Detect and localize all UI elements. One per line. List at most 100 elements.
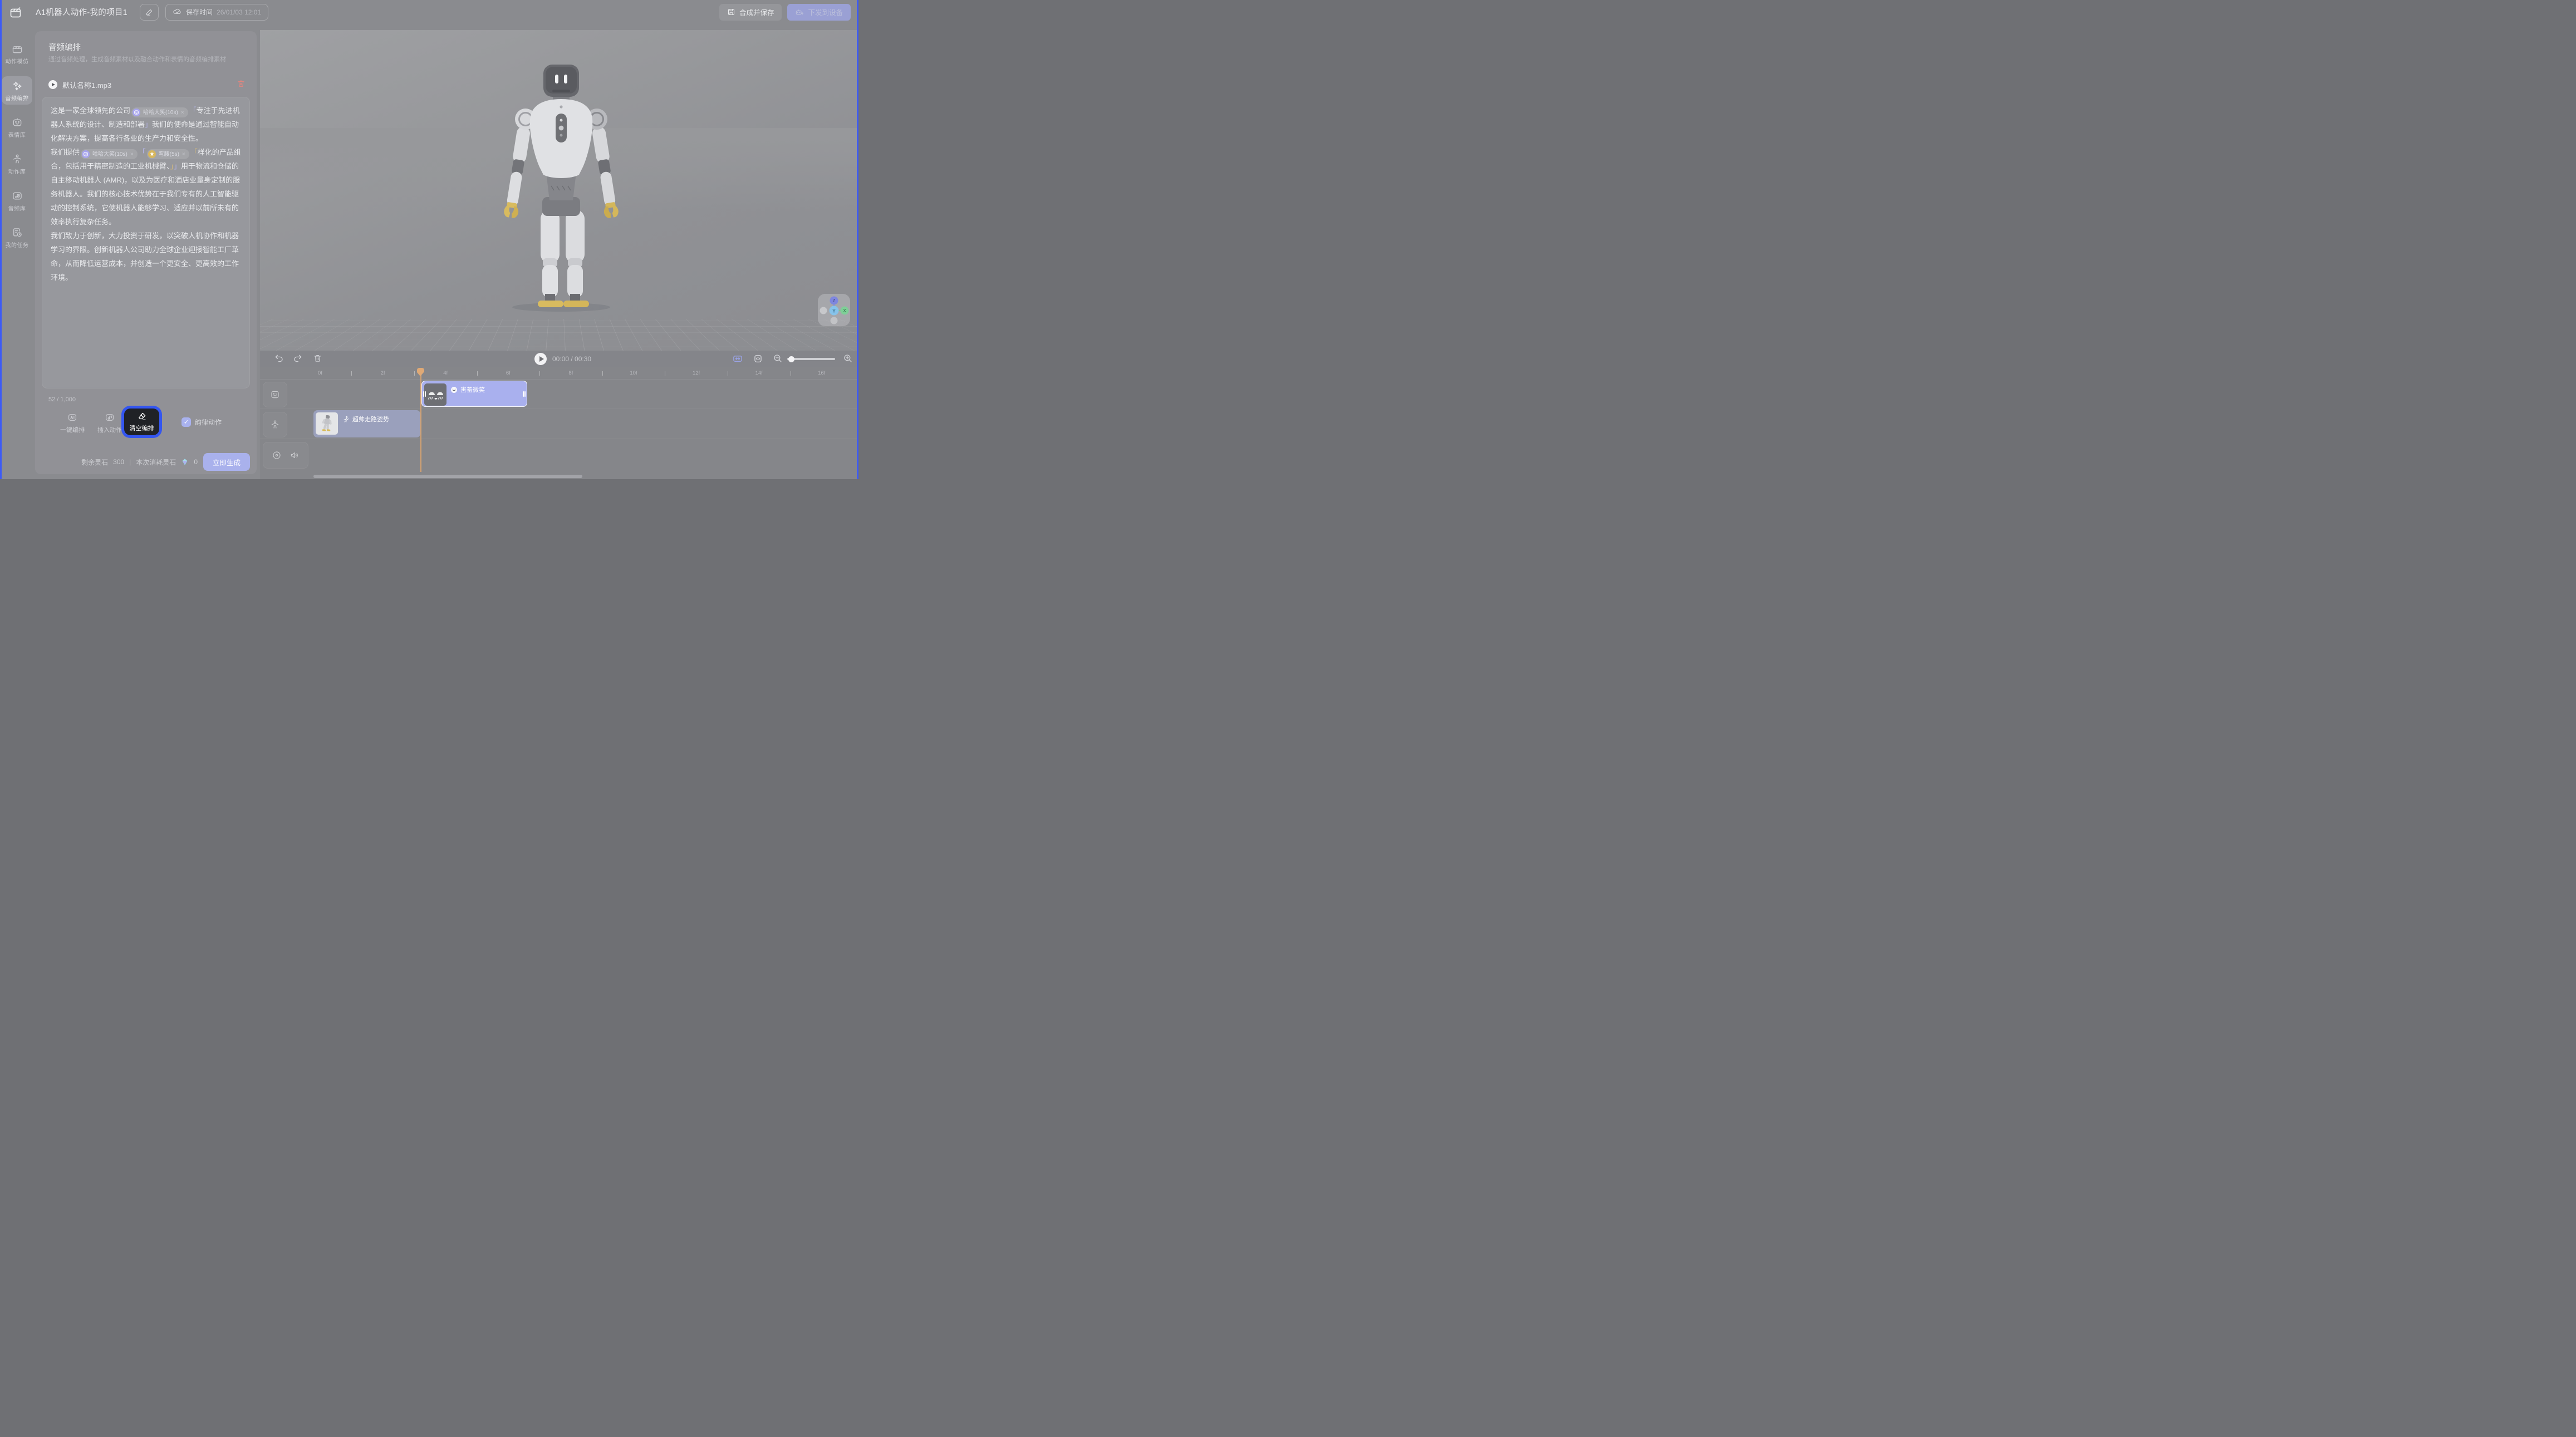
sidebar-item-action-library[interactable]: 动作库 xyxy=(2,150,32,178)
one-click-arrange-label: 一键编排 xyxy=(60,425,85,434)
editor-text: 用于物流和仓储的自主移动机器人 (AMR)，以及为医疗和酒店业量身定制的服务机器… xyxy=(51,162,240,226)
robot-download-icon xyxy=(795,8,804,17)
window-highlight-right xyxy=(857,0,858,479)
audio-play-button[interactable] xyxy=(48,80,57,89)
editor-actions-row: 一键编排 插入动作 插入表情 清空编排 ✓ 韵律动作 xyxy=(42,409,250,441)
char-count: 52 / 1,000 xyxy=(48,396,76,403)
tag-label: 哈哈大笑(10s) xyxy=(143,106,178,120)
gem-icon xyxy=(181,458,189,466)
zoom-out-button[interactable] xyxy=(773,353,783,366)
scale-handles-icon xyxy=(753,353,763,364)
timeline-ruler[interactable]: 0f2f4f6f8f10f12f14f16f xyxy=(260,367,858,380)
remaining-stones-value: 300 xyxy=(113,458,124,466)
clapperboard-icon xyxy=(12,43,23,55)
window-highlight-left xyxy=(0,0,2,479)
play-button[interactable] xyxy=(534,353,547,365)
action-clip[interactable]: 超帅走路姿势 xyxy=(313,410,420,437)
ruler-minor-tick xyxy=(477,371,478,376)
sidebar-label: 动作模仿 xyxy=(6,57,29,65)
sparkle-icon xyxy=(12,80,23,91)
gizmo-axis-neg-z[interactable] xyxy=(831,317,838,324)
app-window: A1机器人动作-我的项目1 保存时间 26/01/03 12:01 合成并保存 … xyxy=(0,0,858,479)
trash-icon xyxy=(237,79,246,88)
trim-handle-right[interactable] xyxy=(524,391,526,397)
sidebar-label: 音频编排 xyxy=(6,93,29,102)
action-badge-icon xyxy=(148,150,156,158)
clear-arrange-button-highlighted[interactable]: 清空编排 xyxy=(124,409,159,435)
undo-button[interactable] xyxy=(274,353,284,366)
timeline-horizontal-scrollbar[interactable] xyxy=(313,475,582,478)
rename-button[interactable] xyxy=(140,4,159,21)
pencil-icon xyxy=(145,8,154,16)
redo-icon xyxy=(293,353,303,363)
viewport-3d[interactable]: Z Y X xyxy=(260,30,857,351)
sidebar-item-motion-mimic[interactable]: 动作模仿 xyxy=(2,40,32,68)
humanoid-robot[interactable] xyxy=(489,46,634,313)
sidebar-item-audio-library[interactable]: 音频库 xyxy=(2,186,32,215)
purple-quote-mark: 「 xyxy=(139,148,146,156)
playhead-line[interactable] xyxy=(420,371,421,472)
speaker-icon xyxy=(290,450,300,460)
playhead-handle[interactable] xyxy=(417,368,424,376)
action-track-header[interactable] xyxy=(263,412,287,437)
action-clip-label: 超帅走路姿势 xyxy=(352,415,389,424)
ruler-minor-tick xyxy=(602,371,603,376)
laugh-emoji-icon xyxy=(450,386,458,393)
purple-quote-mark: 」 xyxy=(174,162,181,170)
tag-remove-button[interactable]: × xyxy=(182,147,185,161)
tag-remove-button[interactable]: × xyxy=(181,106,184,120)
ruler-label: 6f xyxy=(506,370,511,376)
expression-clip-selected[interactable]: 害羞微笑 xyxy=(421,381,527,407)
synthesize-save-label: 合成并保存 xyxy=(739,7,774,17)
deploy-to-device-button[interactable]: 下发到设备 xyxy=(787,4,851,21)
gizmo-axis-neg-x[interactable] xyxy=(820,307,827,314)
floppy-icon xyxy=(727,8,735,16)
sidebar-item-my-tasks[interactable]: 我的任务 xyxy=(2,223,32,252)
tag-remove-button[interactable]: × xyxy=(130,147,134,161)
one-click-arrange-button[interactable]: 一键编排 xyxy=(57,412,88,434)
rhythm-checkbox-checked[interactable]: ✓ xyxy=(181,417,191,427)
cloud-check-icon xyxy=(173,7,182,17)
cost-stones-label: 本次消耗灵石 xyxy=(136,457,176,467)
sidebar-item-audio-arrange[interactable]: 音频编排 xyxy=(2,76,32,105)
sidebar-label: 动作库 xyxy=(8,167,26,175)
expression-track-header[interactable] xyxy=(263,382,287,407)
insert-action-button[interactable]: 插入动作 xyxy=(94,412,125,434)
editor-text: 这是一家全球领先的公司 xyxy=(51,106,130,115)
robot-head xyxy=(543,65,579,97)
generate-now-button[interactable]: 立即生成 xyxy=(203,453,250,471)
zoom-in-button[interactable] xyxy=(843,353,853,366)
redo-button[interactable] xyxy=(293,353,303,366)
orientation-gizmo[interactable]: Z Y X xyxy=(818,294,850,326)
expression-tag[interactable]: 哈哈大笑(10s)× xyxy=(131,107,188,117)
trash-icon xyxy=(313,353,322,363)
script-editor[interactable]: 这是一家全球领先的公司哈哈大笑(10s)×「专注于先进机器人系统的设计、制造和部… xyxy=(42,97,250,388)
cost-stones-value: 0 xyxy=(194,458,198,466)
gizmo-z-label: Z xyxy=(833,298,836,303)
task-list-icon xyxy=(12,227,23,238)
timeline-fit-button-active[interactable] xyxy=(732,353,744,367)
timeline-zoom-slider[interactable] xyxy=(787,358,835,360)
action-tag[interactable]: 弯腰(5s)× xyxy=(147,149,189,159)
ruler-minor-tick xyxy=(351,371,352,376)
expression-tag[interactable]: 哈哈大笑(10s)× xyxy=(81,149,138,159)
audio-delete-button[interactable] xyxy=(237,79,246,91)
audio-track-header[interactable] xyxy=(263,442,308,469)
audio-file-name: 默认名称1.mp3 xyxy=(62,80,111,90)
editor-text: 我们致力于创新，大力投资于研发，以突破人机协作和机器学习的界限。创新机器人公司助… xyxy=(51,232,239,282)
zoom-slider-knob[interactable] xyxy=(788,356,794,362)
sidebar-item-expression-library[interactable]: 表情库 xyxy=(2,113,32,141)
rhythm-motion-toggle[interactable]: ✓ 韵律动作 xyxy=(181,417,222,427)
app-logo-icon[interactable] xyxy=(9,6,22,19)
trim-handle-left[interactable] xyxy=(423,391,424,397)
frame-scale-button[interactable] xyxy=(753,353,763,367)
gizmo-x-label: X xyxy=(843,308,846,313)
synthesize-save-button[interactable]: 合成并保存 xyxy=(719,4,782,21)
tag-label: 哈哈大笑(10s) xyxy=(92,147,127,161)
running-person-icon xyxy=(342,416,350,423)
delete-clip-button[interactable] xyxy=(313,353,322,366)
tag-label: 弯腰(5s) xyxy=(159,147,179,161)
left-sidebar: 动作模仿 音频编排 表情库 动作库 音频库 我的任务 xyxy=(0,24,34,479)
ai-icon xyxy=(67,412,77,422)
deploy-label: 下发到设备 xyxy=(808,7,843,17)
